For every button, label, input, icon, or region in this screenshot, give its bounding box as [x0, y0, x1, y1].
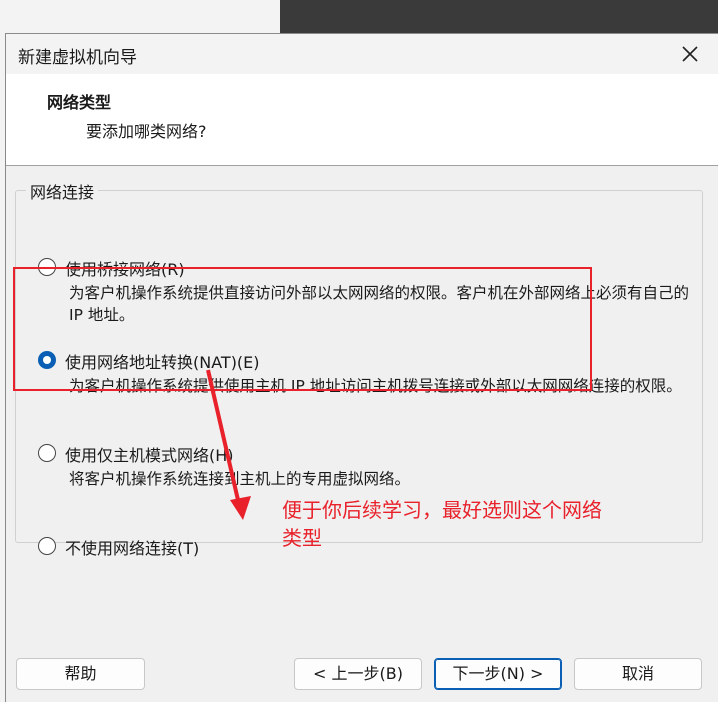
back-button[interactable]: < 上一步(B) — [294, 658, 422, 690]
annotation-arrow — [206, 369, 251, 520]
annotation-text: 便于你后续学习，最好选则这个网络类型 — [282, 500, 602, 550]
cancel-button[interactable]: 取消 — [574, 658, 702, 690]
help-button[interactable]: 帮助 — [16, 658, 145, 690]
next-button[interactable]: 下一步(N) > — [434, 658, 562, 690]
